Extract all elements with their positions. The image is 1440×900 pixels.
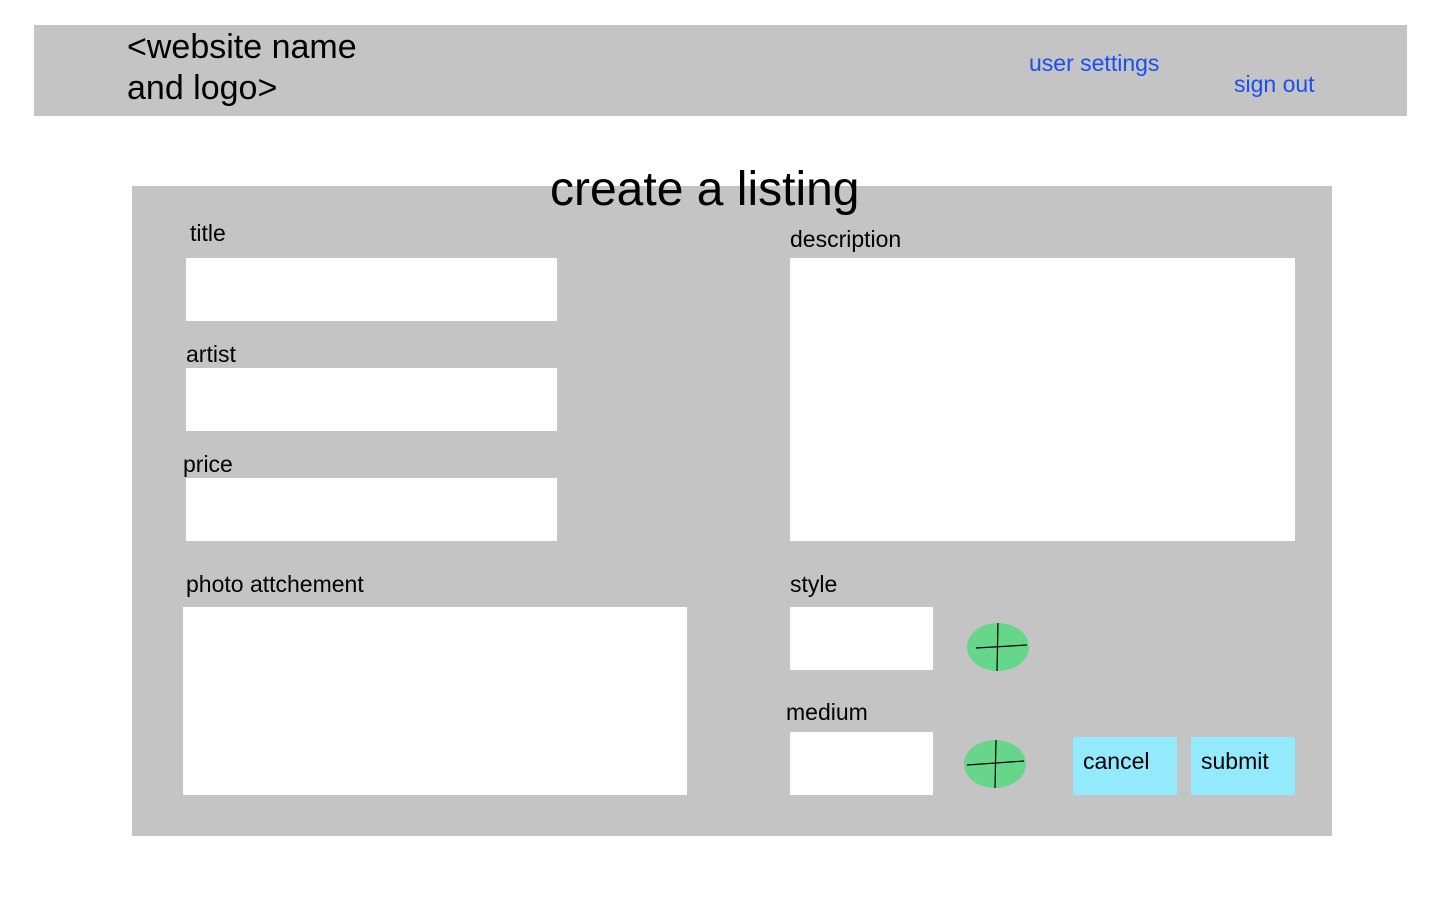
add-medium-button[interactable]: [964, 740, 1026, 788]
site-logo-name[interactable]: <website name and logo>: [127, 27, 447, 109]
user-settings-link[interactable]: user settings: [1029, 49, 1159, 77]
title-label: title: [190, 220, 226, 246]
add-style-button[interactable]: [967, 623, 1029, 671]
cancel-button[interactable]: cancel: [1073, 737, 1177, 795]
photo-attachment-label: photo attchement: [186, 571, 364, 597]
artist-label: artist: [186, 341, 236, 367]
style-label: style: [790, 571, 838, 597]
title-input[interactable]: [186, 258, 557, 321]
plus-icon: [975, 623, 1028, 671]
artist-input[interactable]: [186, 368, 557, 431]
header-bar: <website name and logo> user settings si…: [34, 25, 1407, 116]
style-input[interactable]: [790, 607, 933, 670]
medium-input[interactable]: [790, 732, 933, 795]
price-input[interactable]: [186, 478, 557, 541]
description-textarea[interactable]: [790, 258, 1295, 541]
sign-out-link[interactable]: sign out: [1234, 70, 1315, 98]
photo-attachment-dropzone[interactable]: [183, 607, 687, 795]
description-label: description: [790, 226, 902, 252]
medium-label: medium: [786, 699, 868, 725]
plus-icon: [966, 740, 1025, 788]
price-label: price: [183, 451, 233, 477]
submit-button[interactable]: submit: [1191, 737, 1295, 795]
page-title: create a listing: [550, 163, 860, 216]
